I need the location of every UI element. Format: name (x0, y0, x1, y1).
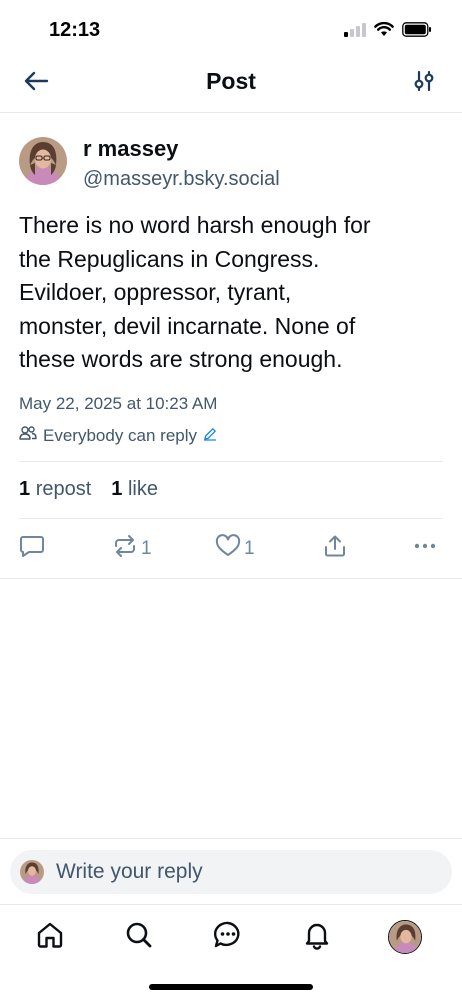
post-header: Post (0, 60, 462, 113)
post-actions: 1 1 (19, 532, 443, 566)
reply-setting-label: Everybody can reply (43, 425, 198, 445)
chat-bubble-icon (213, 920, 243, 955)
bottom-tab-bar (0, 904, 462, 968)
divider (19, 518, 443, 519)
sliders-icon (414, 70, 434, 97)
like-label: like (127, 478, 158, 500)
post-text-line: the Repuglicans in Congress. (19, 245, 320, 272)
tab-notifications[interactable] (299, 919, 335, 955)
engagement-stats: 1 repost 1 like (19, 478, 158, 501)
profile-avatar (388, 920, 422, 954)
tab-search[interactable] (121, 919, 157, 955)
reply-input[interactable]: Write your reply (10, 850, 452, 894)
home-icon (35, 920, 65, 955)
reply-button[interactable] (19, 532, 45, 566)
like-button[interactable]: 1 (215, 532, 255, 566)
repost-button[interactable]: 1 (112, 532, 152, 566)
status-bar: 12:13 (0, 0, 462, 60)
status-time: 12:13 (49, 19, 101, 41)
repost-label: repost (35, 478, 92, 500)
tab-home[interactable] (32, 919, 68, 955)
tab-chat[interactable] (210, 919, 246, 955)
share-button[interactable] (322, 532, 348, 566)
likes-stat-link[interactable]: 1 like (111, 478, 158, 501)
reply-placeholder: Write your reply (56, 860, 203, 883)
share-icon (322, 534, 348, 564)
pencil-icon (203, 426, 217, 446)
heart-icon (215, 534, 241, 564)
post-timestamp: May 22, 2025 at 10:23 AM (19, 394, 218, 413)
divider (19, 461, 443, 462)
battery-icon (402, 22, 432, 42)
tab-profile[interactable] (387, 919, 423, 955)
wifi-icon (374, 21, 394, 42)
comment-icon (19, 534, 45, 564)
like-count: 1 (111, 478, 123, 500)
repost-icon (112, 534, 138, 564)
reposts-stat-link[interactable]: 1 repost (19, 478, 91, 501)
ellipsis-icon (413, 534, 437, 564)
page-title: Post (206, 68, 256, 94)
thread-settings-button[interactable] (412, 69, 436, 97)
author-handle[interactable]: @masseyr.bsky.social (83, 168, 280, 191)
post-text-line: monster, devil incarnate. None of (19, 312, 356, 339)
like-action-count: 1 (244, 538, 255, 559)
search-icon (124, 920, 154, 955)
reply-setting-button[interactable]: Everybody can reply (19, 425, 217, 446)
status-icons (344, 21, 432, 42)
people-icon (19, 425, 37, 446)
user-avatar (20, 860, 44, 884)
reply-composer-bar: Write your reply (0, 838, 462, 904)
post-text-line: There is no word harsh enough for (19, 212, 371, 238)
bell-icon (302, 920, 332, 955)
post-text-line: these words are strong enough. (19, 346, 343, 372)
home-indicator (149, 984, 313, 990)
author-name[interactable]: r massey (83, 136, 178, 162)
repost-action-count: 1 (141, 538, 152, 559)
divider (0, 578, 462, 579)
more-options-button[interactable] (413, 532, 437, 566)
post-text: There is no word harsh enough for the Re… (19, 209, 439, 377)
post-text-line: Evildoer, oppressor, tyrant, (19, 279, 292, 305)
repost-count: 1 (19, 478, 31, 500)
cellular-signal-icon (344, 22, 366, 42)
author-avatar[interactable] (19, 137, 67, 185)
